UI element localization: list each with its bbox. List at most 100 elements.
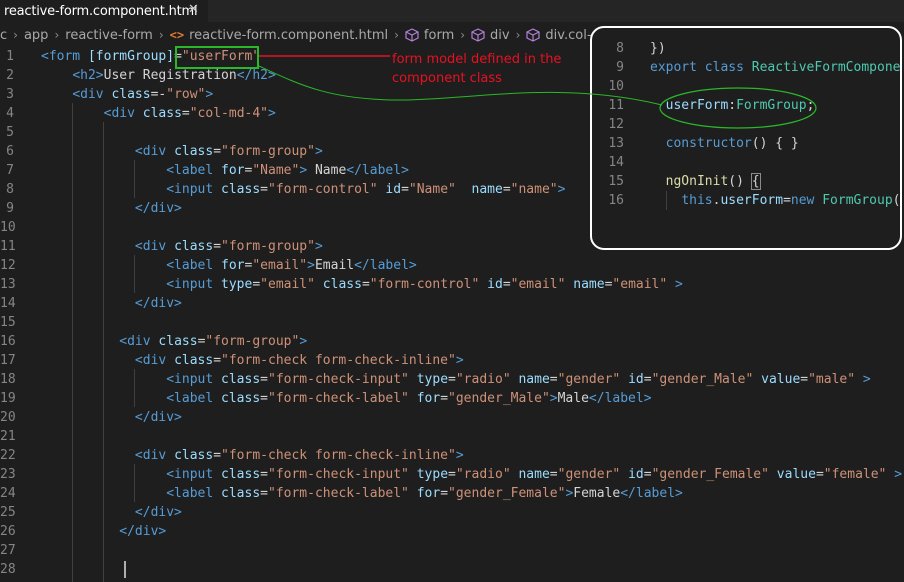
code-token: =: [549, 467, 558, 482]
breadcrumb-label: app: [23, 27, 49, 43]
code-token: "form-group": [221, 144, 315, 159]
code-token: class: [221, 182, 261, 197]
code-token: <div: [72, 87, 112, 102]
code-line[interactable]: 28: [0, 560, 904, 579]
breadcrumb-item-root[interactable]: c: [0, 28, 7, 43]
code-text: </div>: [41, 294, 182, 313]
code-token: class: [322, 277, 362, 292]
code-text: </div>: [41, 503, 182, 522]
code-line[interactable]: 24 <label class="form-check-label" for="…: [0, 484, 904, 503]
line-number: 10: [0, 220, 16, 235]
code-token: for: [221, 163, 245, 178]
code-token: =: [440, 391, 449, 406]
code-line[interactable]: 16 <div class="form-group">: [0, 332, 904, 351]
code-token: =: [213, 239, 222, 254]
code-token: >: [307, 258, 315, 273]
code-text: this.userForm=new FormGroup(-: [650, 191, 900, 210]
line-number: 16: [608, 193, 624, 208]
line-number: 15: [0, 315, 16, 330]
code-line[interactable]: 17 <div class="form-check form-check-inl…: [0, 351, 904, 370]
code-token: :: [728, 98, 737, 113]
breadcrumb-item-form[interactable]: form: [405, 28, 454, 43]
code-line[interactable]: 14 </div>: [0, 294, 904, 313]
code-token: <div: [119, 334, 159, 349]
code-token: >: [894, 467, 903, 482]
code-token: <div: [134, 448, 175, 463]
code-token: () { }: [751, 136, 799, 151]
annotation-line-1: form model defined in the: [392, 52, 562, 67]
code-token: "gender_Male": [651, 372, 754, 387]
code-token: <div: [134, 239, 175, 254]
code-token: FormGroup: [736, 98, 807, 113]
code-token: type: [221, 277, 253, 292]
code-token: class: [174, 239, 214, 254]
code-line[interactable]: 23 <input class="form-check-input" type=…: [0, 465, 904, 484]
line-number: 9: [6, 201, 14, 216]
code-token: >: [299, 163, 308, 178]
code-token: =: [260, 182, 268, 197]
code-token: >: [455, 353, 464, 368]
code-line[interactable]: 20 </div>: [0, 408, 904, 427]
code-token: class: [221, 486, 261, 501]
code-token: for: [416, 486, 441, 501]
code-token: "row": [166, 87, 206, 102]
code-token: </div>: [119, 524, 167, 539]
code-line[interactable]: 12 <label for="email">Email</label>: [0, 256, 904, 275]
code-token: =: [401, 182, 409, 197]
breadcrumb-label: c: [0, 27, 8, 43]
annotation-callout: form model defined in the component clas…: [392, 50, 561, 88]
code-token: "form-check-input": [268, 467, 409, 482]
code-token: "email": [510, 277, 566, 292]
code-token: >: [205, 87, 214, 102]
code-token: </div>: [134, 410, 182, 425]
code-token: =: [549, 372, 558, 387]
code-line[interactable]: 19 <label class="form-check-label" for="…: [0, 389, 904, 408]
chevron-right-icon: ›: [515, 28, 521, 42]
code-token: class: [158, 334, 198, 349]
tab-label: reactive-form.component.html: [4, 3, 198, 19]
code-line[interactable]: 22 <div class="form-check form-check-inl…: [0, 446, 904, 465]
line-number: 17: [0, 353, 16, 368]
code-token: value: [776, 467, 816, 482]
code-text: <div class="form-check form-check-inline…: [41, 446, 464, 465]
code-token: =: [260, 486, 268, 501]
breadcrumb-item-div[interactable]: div: [471, 28, 510, 43]
code-line[interactable]: 21: [0, 427, 904, 446]
code-token: "form-check form-check-inline": [221, 448, 456, 463]
code-token: ;: [806, 98, 815, 113]
code-line[interactable]: 27: [0, 541, 904, 560]
breadcrumb-item-app[interactable]: app: [24, 28, 48, 43]
code-token: =: [213, 144, 222, 159]
code-text: <div class="form-group">: [41, 332, 307, 351]
code-line[interactable]: 13 <input type="email" class="form-contr…: [0, 275, 904, 294]
code-line[interactable]: 15: [0, 313, 904, 332]
userform-highlight-box: [175, 46, 259, 69]
code-line[interactable]: 18 <input class="form-check-input" type=…: [0, 370, 904, 389]
code-text: <input type="email" class="form-control"…: [41, 275, 683, 294]
code-token: "gender": [557, 372, 621, 387]
code-token: <div: [103, 106, 143, 121]
line-number: 28: [0, 562, 16, 577]
code-token: <input: [166, 277, 222, 292]
code-token: class: [221, 372, 261, 387]
code-line[interactable]: 26 </div>: [0, 522, 904, 541]
code-token: <div: [134, 144, 175, 159]
close-icon[interactable]: ✕: [188, 2, 199, 17]
line-number: 26: [0, 524, 16, 539]
code-line[interactable]: 25 </div>: [0, 503, 904, 522]
breadcrumb-item-reactive-form[interactable]: reactive-form: [65, 28, 153, 43]
tab-active-file[interactable]: reactive-form.component.html ✕: [0, 0, 208, 22]
breadcrumb-item-file[interactable]: <> reactive-form.component.html: [170, 28, 388, 43]
